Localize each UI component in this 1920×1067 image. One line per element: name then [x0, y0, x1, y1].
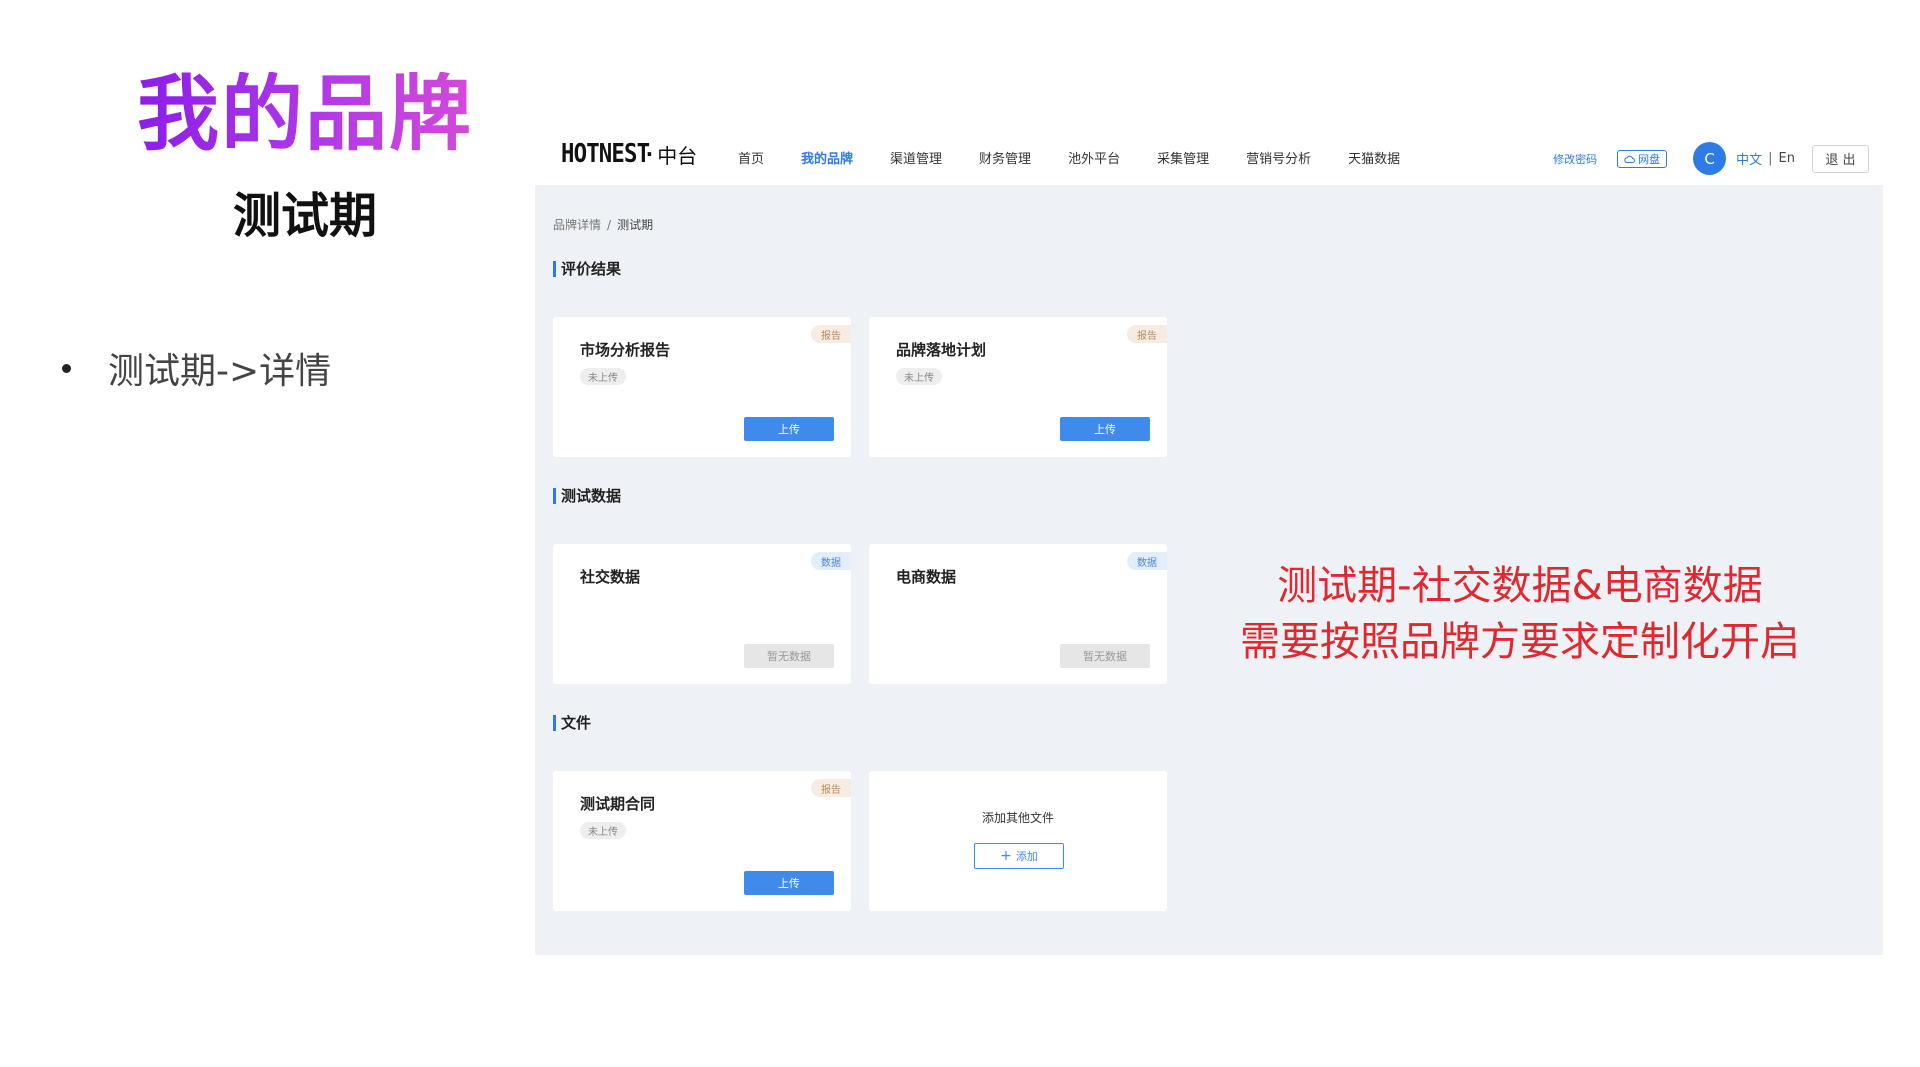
no-data-button[interactable]: 暂无数据 [744, 644, 834, 668]
report-tag: 报告 [811, 779, 851, 797]
cloud-drive-button[interactable]: 网盘 [1617, 149, 1668, 168]
card-social-data: 社交数据 数据 暂无数据 [553, 544, 851, 684]
lang-en-link[interactable]: En [1779, 151, 1795, 166]
nav-item-collection[interactable]: 采集管理 [1157, 148, 1209, 167]
bullet-item: 测试期->详情 [62, 342, 331, 394]
section-title-evaluation: 评价结果 [553, 261, 621, 277]
annotation-line-2: 需要按照品牌方要求定制化开启 [1240, 619, 1800, 665]
upload-button[interactable]: 上传 [744, 871, 834, 895]
slide: 我的品牌 测试期 测试期->详情 HOTNEST · 中台 首页 我的品牌 渠道… [0, 0, 1920, 1067]
change-password-link[interactable]: 修改密码 [1553, 151, 1597, 167]
lang-zh-link[interactable]: 中文 [1736, 149, 1762, 168]
annotation-line-1: 测试期-社交数据&电商数据 [1277, 563, 1763, 609]
status-badge: 未上传 [580, 822, 626, 839]
breadcrumb: 品牌详情 / 测试期 [553, 216, 653, 233]
card-title: 测试期合同 [580, 795, 656, 813]
logo-mark: HOTNEST [561, 139, 650, 169]
data-tag: 数据 [811, 552, 851, 570]
data-tag: 数据 [1127, 552, 1167, 570]
section-title-test-data: 测试数据 [553, 488, 621, 504]
nav-item-external-platform[interactable]: 池外平台 [1068, 148, 1120, 167]
nav-item-finance[interactable]: 财务管理 [979, 148, 1031, 167]
top-navbar: HOTNEST · 中台 首页 我的品牌 渠道管理 财务管理 池外平台 采集管理… [535, 125, 1883, 185]
add-file-text: 添加其他文件 [981, 811, 1054, 825]
upload-button[interactable]: 上传 [744, 417, 834, 441]
app-screenshot: HOTNEST · 中台 首页 我的品牌 渠道管理 财务管理 池外平台 采集管理… [535, 125, 1883, 955]
plus-icon: + [1000, 848, 1012, 864]
annotation: 测试期-社交数据&电商数据 需要按照品牌方要求定制化开启 [1170, 558, 1870, 670]
logo-subtitle: 中台 [657, 143, 698, 168]
report-tag: 报告 [811, 325, 851, 343]
header-tools: 修改密码 网盘 C 中文 | En 退 出 [1553, 142, 1869, 175]
card-market-analysis: 市场分析报告 报告 未上传 上传 [553, 317, 851, 457]
slide-title: 我的品牌 [130, 71, 480, 158]
breadcrumb-parent[interactable]: 品牌详情 [553, 218, 601, 232]
card-add-file: 添加其他文件 + 添加 [869, 771, 1167, 911]
breadcrumb-current: 测试期 [617, 218, 654, 232]
add-file-button[interactable]: + 添加 [974, 843, 1064, 869]
avatar[interactable]: C [1693, 142, 1727, 175]
status-badge: 未上传 [580, 368, 626, 385]
nav-item-marketing-analysis[interactable]: 营销号分析 [1246, 148, 1311, 167]
nav-item-my-brand[interactable]: 我的品牌 [801, 148, 853, 167]
card-test-contract: 测试期合同 报告 未上传 上传 [553, 771, 851, 911]
upload-button[interactable]: 上传 [1060, 417, 1150, 441]
add-file-label: 添加 [1015, 850, 1038, 863]
nav-item-home[interactable]: 首页 [738, 148, 764, 167]
report-tag: 报告 [1127, 325, 1167, 343]
nav-item-channel[interactable]: 渠道管理 [890, 148, 942, 167]
logout-button[interactable]: 退 出 [1812, 144, 1869, 173]
card-ecommerce-data: 电商数据 数据 暂无数据 [869, 544, 1167, 684]
logo[interactable]: HOTNEST · 中台 [561, 139, 697, 169]
no-data-button[interactable]: 暂无数据 [1060, 644, 1150, 668]
status-badge: 未上传 [896, 368, 942, 385]
card-brand-plan: 品牌落地计划 报告 未上传 上传 [869, 317, 1167, 457]
section-title-files: 文件 [553, 715, 591, 731]
lang-separator: | [1768, 151, 1773, 166]
main-nav: 首页 我的品牌 渠道管理 财务管理 池外平台 采集管理 营销号分析 天猫数据 [738, 148, 1437, 167]
bullet-dot-icon [62, 363, 71, 373]
nav-item-tmall-data[interactable]: 天猫数据 [1348, 148, 1400, 167]
bullet-text: 测试期->详情 [108, 351, 332, 392]
breadcrumb-separator: / [607, 218, 612, 232]
card-title: 电商数据 [896, 568, 957, 586]
card-title: 品牌落地计划 [896, 341, 987, 359]
card-title: 市场分析报告 [580, 341, 671, 359]
cloud-drive-label: 网盘 [1638, 152, 1661, 166]
cloud-icon [1624, 155, 1636, 163]
slide-subtitle: 测试期 [232, 188, 377, 244]
card-title: 社交数据 [580, 568, 641, 586]
